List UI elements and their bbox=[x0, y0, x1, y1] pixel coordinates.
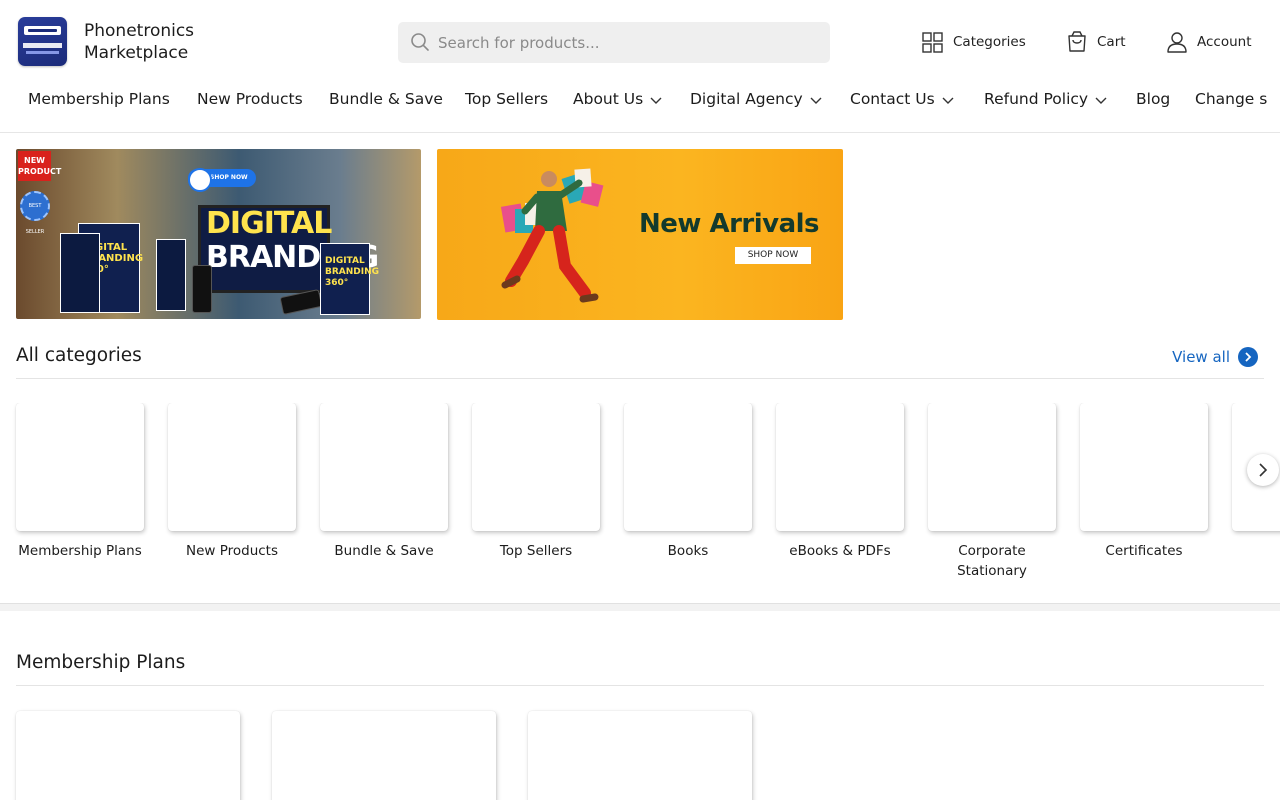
category-label: Top Sellers bbox=[499, 543, 573, 559]
section-title-membership-plans: Membership Plans bbox=[16, 652, 186, 673]
chevron-down-icon bbox=[810, 97, 822, 104]
search-bar bbox=[398, 22, 830, 63]
category-image bbox=[472, 403, 600, 531]
category-label: Bundle & Save bbox=[334, 543, 434, 559]
logo-tagline bbox=[26, 51, 59, 54]
shopper-illustration bbox=[500, 168, 604, 303]
view-all-link[interactable]: View all bbox=[1172, 347, 1258, 367]
category-image bbox=[624, 403, 752, 531]
category-image bbox=[1080, 403, 1208, 531]
section-divider bbox=[16, 378, 1264, 379]
book-graphic-side bbox=[156, 239, 186, 311]
search-icon bbox=[411, 33, 429, 51]
plan-card[interactable] bbox=[528, 711, 752, 800]
category-image bbox=[776, 403, 904, 531]
category-label: New Products bbox=[185, 543, 279, 559]
category-card[interactable]: Certificates bbox=[1080, 403, 1208, 561]
grid-icon bbox=[922, 31, 943, 53]
category-card[interactable]: eBooks & PDFs bbox=[776, 403, 904, 561]
category-card[interactable]: Corporate Stationary bbox=[928, 403, 1056, 581]
category-image bbox=[928, 403, 1056, 531]
user-icon bbox=[1167, 32, 1187, 53]
nav-item-contact-us[interactable]: Contact Us bbox=[850, 90, 955, 108]
category-label: Books bbox=[667, 543, 709, 559]
section-divider bbox=[16, 685, 1264, 686]
categories-button[interactable]: Categories bbox=[922, 30, 1026, 54]
brand-line-2: Marketplace bbox=[84, 43, 189, 63]
nav-label: Blog bbox=[1136, 90, 1171, 108]
brand-line-1: Phonetronics bbox=[84, 21, 195, 41]
account-button[interactable]: Account bbox=[1167, 30, 1252, 54]
category-label: Certificates bbox=[1105, 543, 1183, 559]
nav-label: Membership Plans bbox=[28, 90, 170, 108]
nav-item-refund-policy[interactable]: Refund Policy bbox=[984, 90, 1108, 108]
best-seller-seal: BEST SELLER bbox=[20, 191, 50, 235]
category-carousel: Membership Plans New Products Bundle & S… bbox=[0, 403, 1280, 588]
nav-label: New Products bbox=[197, 90, 303, 108]
chevron-down-icon bbox=[942, 97, 954, 104]
nav-label: Digital Agency bbox=[690, 90, 803, 108]
nav-item-new-products[interactable]: New Products bbox=[197, 90, 303, 108]
nav-item-change[interactable]: Change s bbox=[1195, 90, 1267, 108]
category-label: eBooks & PDFs bbox=[789, 543, 891, 559]
plan-card[interactable] bbox=[16, 711, 240, 800]
category-card[interactable]: New Products bbox=[168, 403, 296, 561]
banner-digital-branding[interactable]: NEW PRODUCT BEST SELLER SHOP NOW DIGITAL… bbox=[16, 149, 421, 319]
account-label: Account bbox=[1197, 34, 1252, 50]
plan-card[interactable] bbox=[272, 711, 496, 800]
cart-button[interactable]: Cart bbox=[1067, 30, 1126, 54]
site-logo[interactable] bbox=[18, 17, 67, 66]
cart-icon bbox=[1068, 31, 1086, 52]
category-image bbox=[168, 403, 296, 531]
categories-label: Categories bbox=[953, 34, 1026, 50]
category-label: C T bbox=[1232, 541, 1280, 561]
category-label: Corporate Stationary bbox=[957, 543, 1027, 579]
category-label: Membership Plans bbox=[18, 543, 142, 559]
book-title-right: DIGITAL BRANDING 360° bbox=[325, 256, 380, 288]
nav-item-membership-plans[interactable]: Membership Plans bbox=[28, 90, 170, 108]
view-all-label: View all bbox=[1172, 348, 1230, 366]
logo-mark bbox=[24, 26, 61, 35]
nav-label: Contact Us bbox=[850, 90, 935, 108]
banner-new-arrivals[interactable]: New Arrivals SHOP NOW bbox=[437, 149, 843, 320]
category-image bbox=[320, 403, 448, 531]
logo-wordmark bbox=[23, 43, 62, 48]
site-header: Phonetronics Marketplace Categories Cart bbox=[0, 0, 1280, 84]
category-card[interactable]: Top Sellers bbox=[472, 403, 600, 561]
nav-label: Top Sellers bbox=[465, 90, 549, 108]
header-divider bbox=[0, 132, 1280, 133]
nav-label: Bundle & Save bbox=[329, 90, 443, 108]
chevron-down-icon bbox=[650, 97, 662, 104]
nav-label: Refund Policy bbox=[984, 90, 1089, 108]
brand-name[interactable]: Phonetronics Marketplace bbox=[84, 20, 194, 64]
phone-graphic bbox=[192, 265, 212, 313]
chevron-down-icon bbox=[1095, 97, 1107, 104]
chevron-right-icon bbox=[1238, 347, 1258, 367]
section-separator bbox=[0, 603, 1280, 611]
nav-item-digital-agency[interactable]: Digital Agency bbox=[690, 90, 823, 108]
section-title-all-categories: All categories bbox=[16, 345, 142, 366]
banner-shop-now-button[interactable]: SHOP NOW bbox=[188, 168, 256, 192]
category-card[interactable]: Bundle & Save bbox=[320, 403, 448, 561]
nav-label: Change s bbox=[1195, 90, 1268, 108]
banner-shop-now-button[interactable]: SHOP NOW bbox=[735, 247, 811, 264]
nav-item-blog[interactable]: Blog bbox=[1136, 90, 1170, 108]
category-image bbox=[16, 403, 144, 531]
category-card[interactable]: Membership Plans bbox=[16, 403, 144, 561]
banner-title: New Arrivals bbox=[639, 209, 820, 239]
banner-title-line-1: DIGITAL bbox=[206, 206, 332, 241]
main-nav: Membership Plans New Products Bundle & S… bbox=[0, 84, 1280, 116]
new-product-badge: NEW PRODUCT bbox=[18, 151, 61, 181]
cart-label: Cart bbox=[1097, 34, 1126, 50]
search-input[interactable] bbox=[438, 22, 818, 63]
nav-item-bundle-save[interactable]: Bundle & Save bbox=[329, 90, 443, 108]
chevron-right-icon bbox=[1259, 463, 1268, 477]
book-graphic-right: DIGITAL BRANDING 360° bbox=[320, 243, 379, 315]
nav-label: About Us bbox=[573, 90, 644, 108]
nav-item-about-us[interactable]: About Us bbox=[573, 90, 663, 108]
carousel-next-button[interactable] bbox=[1247, 454, 1279, 486]
nav-item-top-sellers[interactable]: Top Sellers bbox=[465, 90, 548, 108]
category-card[interactable]: Books bbox=[624, 403, 752, 561]
book-graphic-back bbox=[60, 233, 100, 313]
